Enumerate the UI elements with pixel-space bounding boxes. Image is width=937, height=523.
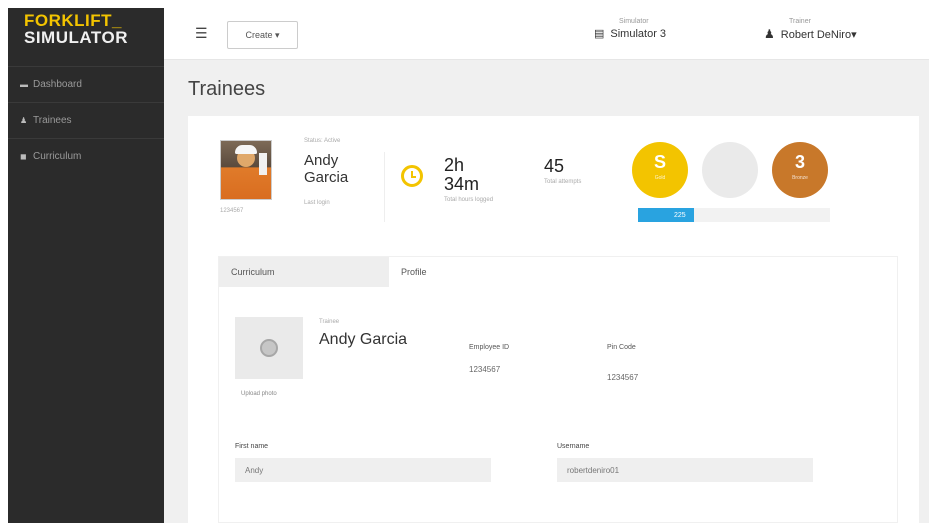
trainer-label: Trainer <box>789 18 811 25</box>
tab-panel: Curriculum Profile Upload photo Trainee … <box>218 256 898 523</box>
badge-empty <box>702 142 758 198</box>
employee-id-value: 1234567 <box>469 365 501 374</box>
trainee-status: Status: Active <box>304 138 341 144</box>
trainee-last-name: Garcia <box>304 169 349 186</box>
hours-value: 2h 34m <box>444 156 479 194</box>
trainee-name: Andy Garcia <box>304 152 348 186</box>
tab-curriculum[interactable]: Curriculum <box>219 257 389 287</box>
badge-value: 3 <box>794 152 805 172</box>
pin-code-value: 1234567 <box>607 373 639 382</box>
simulator-icon: ▤ <box>594 28 605 40</box>
hours-label: Total hours logged <box>444 197 494 203</box>
app-logo[interactable]: FORKLIFT_ SIMULATOR <box>8 8 164 66</box>
tab-bar: Curriculum Profile <box>219 257 449 287</box>
simulator-selector[interactable]: Simulator ▤ Simulator 3 <box>594 18 666 40</box>
logo-line2: SIMULATOR <box>24 28 128 47</box>
sidebar-item-curriculum[interactable]: ◼ Curriculum <box>8 138 164 174</box>
trainer-selector[interactable]: Trainer ♟ Robert DeNiro▾ <box>764 18 857 41</box>
simulator-label: Simulator <box>619 18 649 25</box>
sidebar: FORKLIFT_ SIMULATOR ▬ Dashboard ♟ Traine… <box>8 8 164 523</box>
logo-line1: FORKLIFT_ <box>24 11 122 30</box>
trainee-first-name: Andy <box>304 152 339 169</box>
badge-value: S <box>653 152 666 172</box>
profile-full-name: Andy Garcia <box>319 331 408 348</box>
trainee-label: Trainee <box>319 319 340 325</box>
clock-icon <box>401 165 423 187</box>
trainer-value: Robert DeNiro▾ <box>780 28 857 41</box>
pin-code-label: Pin Code <box>607 344 636 351</box>
user-icon: ♟ <box>20 116 28 125</box>
username-label: Username <box>557 443 590 450</box>
trainee-id: 1234567 <box>220 208 244 214</box>
create-button[interactable]: Create ▾ <box>227 21 298 49</box>
hamburger-menu-icon[interactable]: ☰ <box>195 25 208 42</box>
progress-bar: 225 <box>638 208 830 222</box>
badge-label: Bronze <box>792 175 808 181</box>
sidebar-item-trainees[interactable]: ♟ Trainees <box>8 102 164 138</box>
page-title: Trainees <box>188 78 266 100</box>
username-field[interactable] <box>557 458 813 482</box>
avatar-icon <box>260 339 278 357</box>
sidebar-item-label: Dashboard <box>33 79 82 90</box>
topbar: ☰ Create ▾ Simulator ▤ Simulator 3 Train… <box>164 8 929 60</box>
first-name-label: First name <box>235 443 269 450</box>
sidebar-item-label: Trainees <box>33 115 72 126</box>
minutes-part: 34m <box>444 174 480 194</box>
sidebar-item-label: Curriculum <box>33 151 82 162</box>
user-icon: ♟ <box>764 27 775 41</box>
badge-label: Gold <box>654 175 666 181</box>
employee-id-label: Employee ID <box>469 344 510 351</box>
trainee-photo <box>220 140 272 200</box>
last-login: Last login <box>304 200 330 206</box>
tab-profile[interactable]: Profile <box>389 257 449 287</box>
main-content: Trainees 1234567 Status: Active Andy Gar… <box>164 60 929 523</box>
badge-bronze: 3 Bronze <box>772 142 828 198</box>
dashboard-icon: ▬ <box>20 80 28 89</box>
sidebar-item-dashboard[interactable]: ▬ Dashboard <box>8 66 164 102</box>
trainee-card: 1234567 Status: Active Andy Garcia Last … <box>188 116 919 523</box>
first-name-field[interactable] <box>235 458 491 482</box>
book-icon: ◼ <box>20 152 27 161</box>
badge-gold: S Gold <box>632 142 688 198</box>
upload-photo-link[interactable]: Upload photo <box>241 391 277 397</box>
attempts-value: 45 <box>544 156 565 176</box>
avatar-placeholder[interactable] <box>235 317 303 379</box>
attempts-label: Total attempts <box>544 179 582 185</box>
divider <box>384 152 385 222</box>
hours-part: 2h <box>444 155 465 175</box>
simulator-value: Simulator 3 <box>610 27 667 40</box>
progress-fill: 225 <box>638 208 694 222</box>
